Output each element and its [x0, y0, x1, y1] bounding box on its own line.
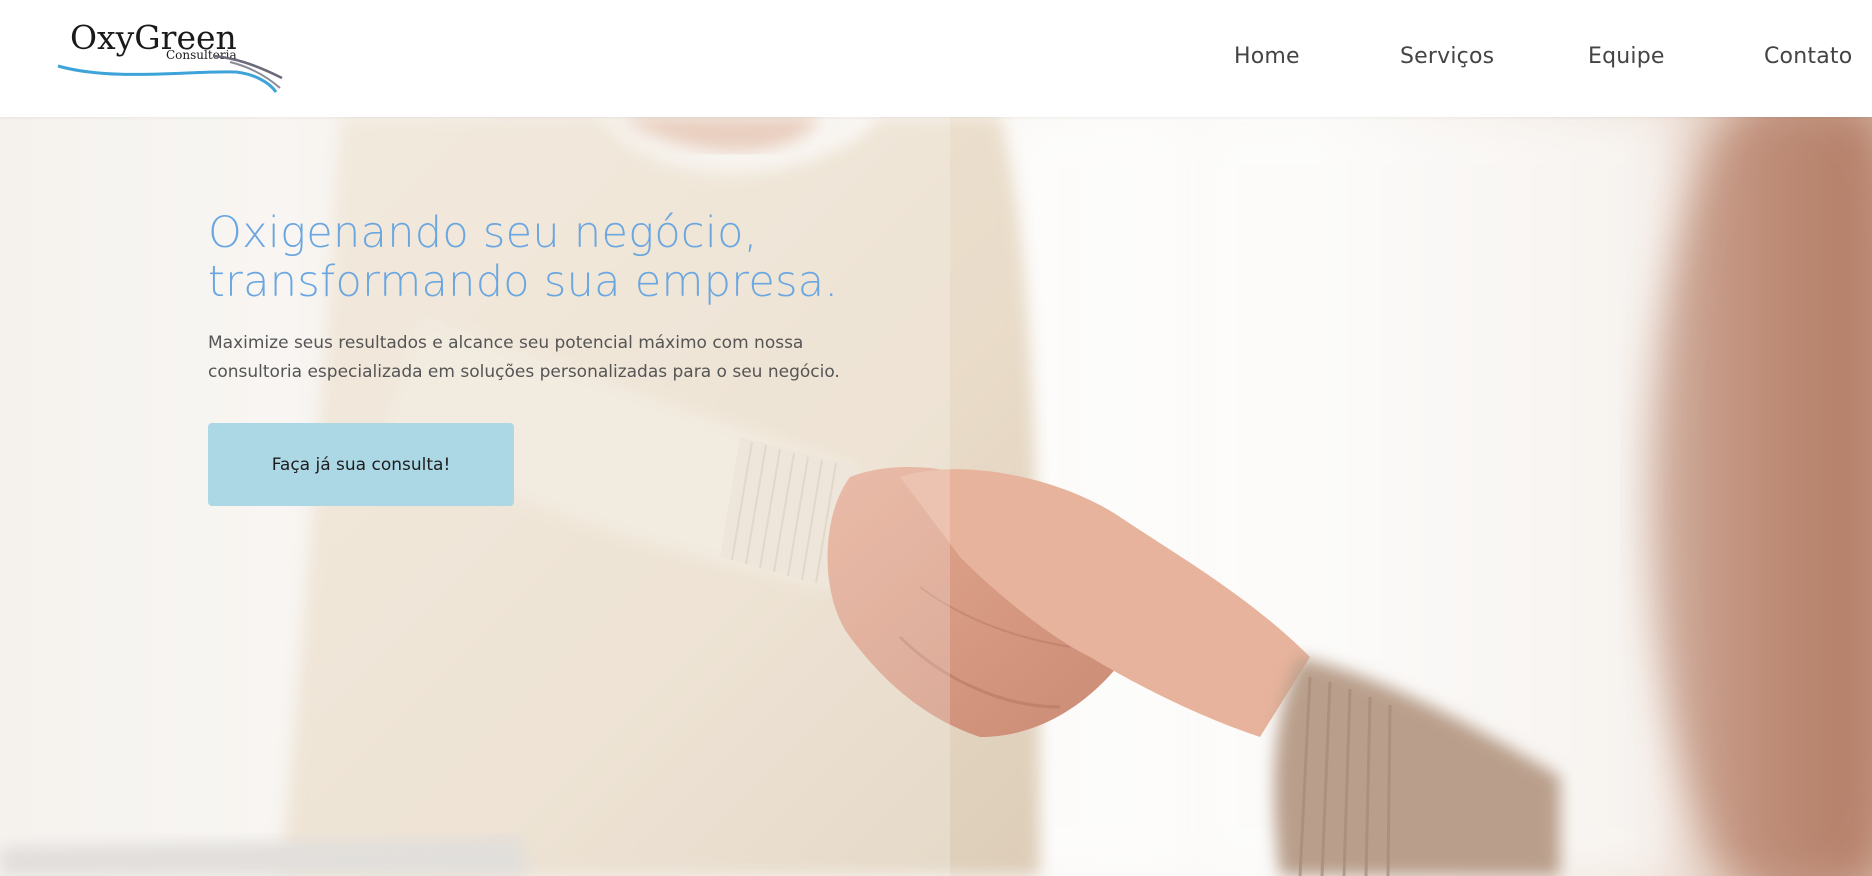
- hero-subtext-line-1: Maximize seus resultados e alcance seu p…: [208, 333, 804, 353]
- nav-home[interactable]: Home: [1234, 44, 1300, 69]
- nav-equipe[interactable]: Equipe: [1588, 44, 1665, 69]
- book-consultation-button[interactable]: Faça já sua consulta!: [208, 423, 514, 506]
- nav-servicos[interactable]: Serviços: [1400, 44, 1494, 69]
- hero-headline: Oxigenando seu negócio, transformando su…: [208, 209, 908, 307]
- logo-tagline: Consultoria: [166, 48, 237, 62]
- hero-subtext: Maximize seus resultados e alcance seu p…: [208, 329, 888, 387]
- hero-subtext-line-2: consultoria especializada em soluções pe…: [208, 362, 840, 382]
- hero-headline-line-1: Oxigenando seu negócio,: [208, 208, 758, 258]
- oxygreen-logo[interactable]: OxyGreen Consultoria: [54, 16, 294, 98]
- site-header: OxyGreen Consultoria Home Serviços Equip…: [0, 0, 1872, 117]
- hero-headline-line-2: transformando sua empresa.: [208, 257, 839, 307]
- hero-section: Oxigenando seu negócio, transformando su…: [0, 117, 1872, 876]
- nav-contato[interactable]: Contato: [1764, 44, 1852, 69]
- hero-content: Oxigenando seu negócio, transformando su…: [208, 209, 908, 506]
